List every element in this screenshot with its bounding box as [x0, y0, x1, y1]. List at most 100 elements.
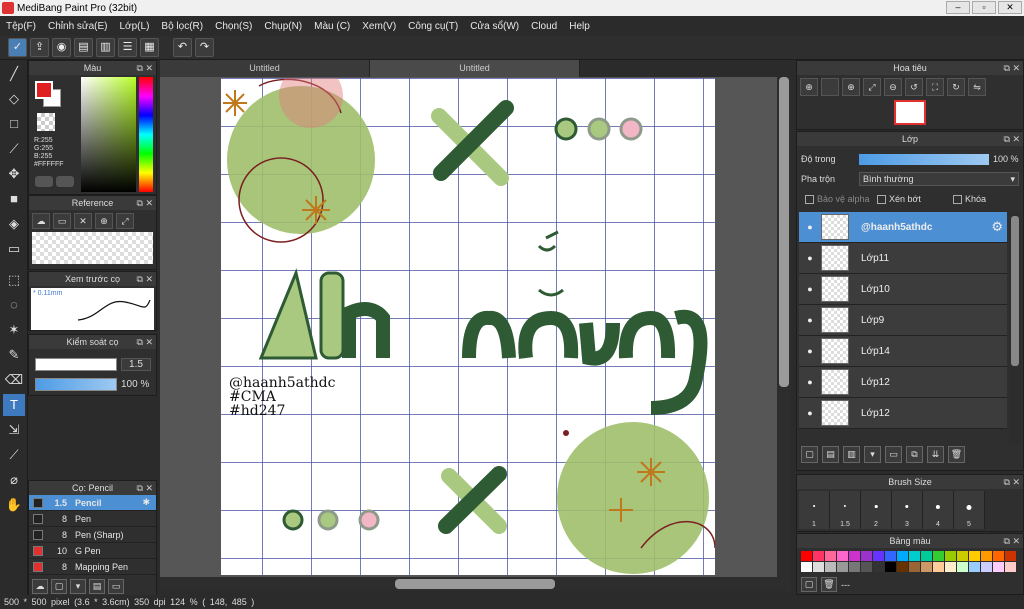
palette-swatch[interactable] — [885, 551, 896, 561]
fill-rect-tool-icon[interactable]: ■ — [3, 188, 25, 210]
visibility-eye-icon[interactable]: ● — [799, 253, 821, 263]
brush-folder-icon[interactable]: ▭ — [108, 579, 124, 594]
menu-file[interactable]: Tệp(F) — [0, 21, 42, 32]
layer-row[interactable]: ● Lớp9 — [799, 305, 1007, 336]
brush-size-value[interactable]: 1.5 — [121, 358, 151, 371]
rotate-right-icon[interactable]: ↻ — [947, 78, 965, 96]
brush-item[interactable]: 8 Pen (Sharp) — [29, 527, 156, 543]
layer-opacity-slider[interactable] — [859, 154, 989, 165]
brush-size-cell[interactable]: 4 — [923, 491, 954, 529]
visibility-eye-icon[interactable]: ● — [799, 346, 821, 356]
close-icon[interactable]: ✕ — [74, 213, 92, 229]
blend-mode-select[interactable]: Bình thường ▾ — [859, 172, 1019, 186]
panel-close-icon[interactable]: ⧉ ✕ — [1004, 132, 1020, 146]
cloud-brush-icon[interactable]: ☁ — [32, 579, 48, 594]
new-layer-1bit-icon[interactable]: ▥ — [843, 446, 860, 463]
list-icon[interactable]: ☰ — [118, 38, 137, 57]
cloud-icon[interactable]: ☁ — [32, 213, 50, 229]
antialias-toggle-icon[interactable]: ✓ — [8, 38, 27, 57]
brush-size-cell[interactable]: 3 — [892, 491, 923, 529]
zoom-in-icon[interactable]: ⊕ — [95, 213, 113, 229]
palette-swatch[interactable] — [909, 551, 920, 561]
hand-tool-icon[interactable]: ✋ — [3, 494, 25, 516]
panel-close-icon[interactable]: ⧉ ✕ — [137, 335, 153, 349]
menu-snap[interactable]: Chụp(N) — [258, 21, 308, 32]
zoom-out-icon[interactable]: ⊖ — [884, 78, 902, 96]
folder-icon[interactable]: ▭ — [53, 213, 71, 229]
undo-button[interactable]: ↶ — [173, 38, 192, 57]
minimize-button[interactable]: – — [946, 1, 970, 14]
select-pen-tool-icon[interactable]: ✎ — [3, 344, 25, 366]
palette-swatch[interactable] — [969, 551, 980, 561]
clipping-checkbox[interactable]: Xén bớt — [877, 194, 921, 204]
menu-view[interactable]: Xem(V) — [356, 21, 402, 32]
vertical-scrollbar[interactable] — [777, 77, 791, 577]
visibility-eye-icon[interactable]: ● — [799, 222, 821, 232]
brush-item[interactable]: 8 Pen — [29, 511, 156, 527]
menu-select[interactable]: Chọn(S) — [209, 21, 258, 32]
brush-size-cell[interactable]: 1 — [799, 491, 830, 529]
layer-row[interactable]: ● @haanh5athdc ⚙ — [799, 212, 1007, 243]
close-button[interactable]: ✕ — [998, 1, 1022, 14]
delete-layer-icon[interactable]: 🗑 — [948, 446, 965, 463]
horizontal-scroll-thumb[interactable] — [395, 579, 555, 589]
palette-swatch[interactable] — [813, 562, 824, 572]
layer-row[interactable]: ● Lớp14 — [799, 336, 1007, 367]
magic-wand-tool-icon[interactable]: ✶ — [3, 319, 25, 341]
palette-swatch[interactable] — [825, 562, 836, 572]
palette-swatch[interactable] — [993, 562, 1004, 572]
eyedropper-tool-icon[interactable]: ⌀ — [3, 469, 25, 491]
menu-cloud[interactable]: Cloud — [525, 21, 563, 32]
layer-row[interactable]: ● Lớp10 — [799, 274, 1007, 305]
palette-swatch[interactable] — [861, 562, 872, 572]
palette-swatch[interactable] — [993, 551, 1004, 561]
palette-swatch[interactable] — [981, 562, 992, 572]
palette-swatch[interactable] — [885, 562, 896, 572]
speech-bubble-icon[interactable]: ◉ — [52, 38, 71, 57]
layer-settings-gear-icon[interactable]: ⚙ — [991, 219, 1003, 235]
new-layer-8bit-icon[interactable]: ▤ — [822, 446, 839, 463]
palette-swatch[interactable] — [849, 551, 860, 561]
brush-size-slider[interactable] — [35, 358, 117, 371]
panel-close-icon[interactable]: ⧉ ✕ — [137, 196, 153, 210]
fullscreen-icon[interactable]: ⛶ — [926, 78, 944, 96]
menu-layer[interactable]: Lớp(L) — [114, 21, 156, 32]
text-tool-icon[interactable]: T — [3, 394, 25, 416]
brush-item[interactable]: 1.5 Pencil ✱ — [29, 495, 156, 511]
horizontal-scrollbar[interactable] — [160, 577, 791, 591]
saturation-value-picker[interactable] — [81, 77, 136, 192]
add-palette-color-icon[interactable]: ▢ — [801, 577, 817, 592]
palette-swatch[interactable] — [945, 551, 956, 561]
redo-button[interactable]: ↷ — [195, 38, 214, 57]
divide-tool-icon[interactable]: ⟋ — [3, 444, 25, 466]
select-eraser-tool-icon[interactable]: ⌫ — [3, 369, 25, 391]
merge-layer-icon[interactable]: ⇊ — [927, 446, 944, 463]
operation-tool-icon[interactable]: ⇲ — [3, 419, 25, 441]
rotate-left-icon[interactable]: ↺ — [905, 78, 923, 96]
palette-swatch[interactable] — [861, 551, 872, 561]
palette-swatch[interactable] — [897, 551, 908, 561]
menu-window[interactable]: Cửa sổ(W) — [464, 21, 525, 32]
brush-tool-icon[interactable]: ╱ — [3, 63, 25, 85]
comment-icon[interactable]: ▤ — [74, 38, 93, 57]
add-layer-menu-icon[interactable]: ▾ — [864, 446, 881, 463]
add-brush-icon[interactable]: ▢ — [51, 579, 67, 594]
color-history-button[interactable] — [56, 176, 74, 187]
eraser-tool-icon[interactable]: ◇ — [3, 88, 25, 110]
grid-icon[interactable]: ▦ — [140, 38, 159, 57]
menu-color[interactable]: Màu (C) — [308, 21, 356, 32]
palette-swatch[interactable] — [897, 562, 908, 572]
palette-swatch[interactable] — [801, 551, 812, 561]
line-tool-icon[interactable]: ⟋ — [3, 138, 25, 160]
palette-swatch[interactable] — [801, 562, 812, 572]
flip-icon[interactable]: ⇋ — [968, 78, 986, 96]
new-layer-icon[interactable]: ▢ — [801, 446, 818, 463]
panel-close-icon[interactable]: ⧉ ✕ — [1004, 475, 1020, 489]
menu-tools[interactable]: Công cụ(T) — [402, 21, 464, 32]
bucket-tool-icon[interactable]: ◈ — [3, 213, 25, 235]
brush-size-cell[interactable]: 2 — [861, 491, 892, 529]
panel-close-icon[interactable]: ⧉ ✕ — [137, 272, 153, 286]
delete-palette-color-icon[interactable]: 🗑 — [821, 577, 837, 592]
copy-brush-icon[interactable]: ▤ — [89, 579, 105, 594]
menu-filter[interactable]: Bộ lọc(R) — [155, 21, 209, 32]
